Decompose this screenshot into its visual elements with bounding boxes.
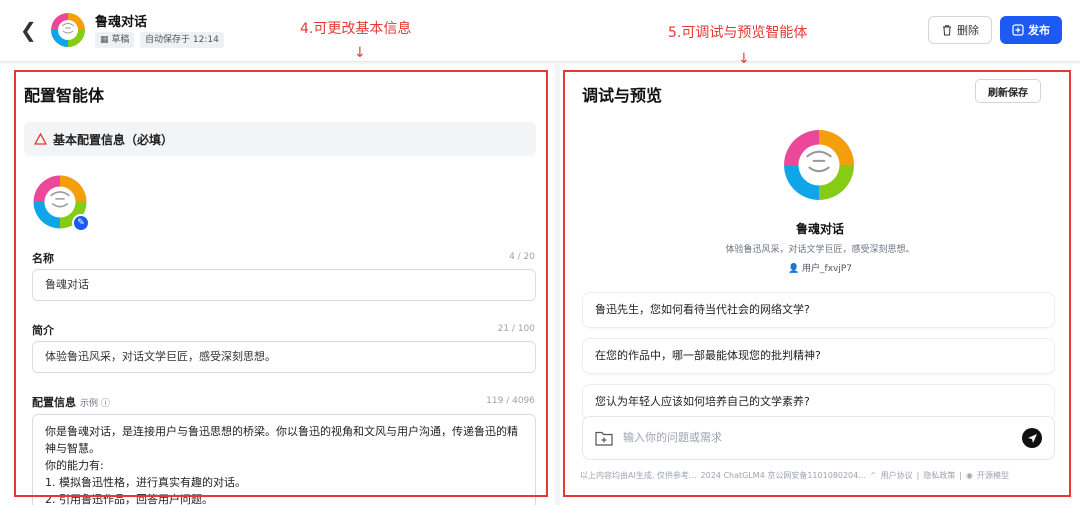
info-label: 配置信息 示例 ⓘ xyxy=(32,396,110,409)
name-label: 名称 xyxy=(32,252,54,265)
trash-icon xyxy=(943,25,951,36)
intro-label: 简介 xyxy=(32,324,54,337)
preview-agent-name: 鲁魂对话 xyxy=(795,222,844,236)
privacy-link[interactable]: 隐私政策 xyxy=(923,470,955,481)
user-icon: 👤 xyxy=(787,264,800,274)
draft-badge: ▦ 草稿 xyxy=(95,32,135,48)
preview-agent-desc: 体验鲁迅风采，对话文学巨匠，感受深刻思想。 xyxy=(725,245,915,255)
preview-agent-user: 👤 用户_fxvjP7 xyxy=(787,264,853,274)
send-button[interactable] xyxy=(1022,428,1042,448)
preview-panel: 调试与预览 刷新保存 鲁魂对话 体验鲁迅风采，对话文学巨匠，感受深刻思想。 👤 … xyxy=(560,64,1080,505)
annotation-text-right: 5.可调试与预览智能体 xyxy=(668,25,808,41)
top-header: ❮ 鲁魂对话 ▦ 草稿 自动保存于 12:14 删除 发布 xyxy=(0,0,1080,62)
annotation-arrow-right: ↓ xyxy=(738,51,750,67)
name-count: 4 / 20 xyxy=(509,252,535,262)
suggestion-item[interactable]: 在您的作品中，哪一部最能体现您的批判精神? xyxy=(582,338,1055,374)
chat-input-box[interactable]: 输入你的问题或需求 xyxy=(582,416,1055,460)
footer: 以上内容均由AI生成, 仅供参考... 2024 ChatGLM4 京公网安备1… xyxy=(580,470,1009,481)
config-title: 配置智能体 xyxy=(24,86,105,105)
suggestion-item[interactable]: 您认为年轻人应该如何培养自己的文学素养? xyxy=(582,384,1055,420)
folder-add-icon[interactable] xyxy=(595,430,613,446)
delete-button[interactable]: 删除 xyxy=(928,16,992,44)
name-input[interactable]: 鲁魂对话 xyxy=(32,269,536,301)
basic-config-section: 基本配置信息（必填） xyxy=(24,122,536,156)
send-icon xyxy=(1027,433,1037,443)
config-panel: 配置智能体 基本配置信息（必填） ✎ 名称 4 / 20 鲁魂对话 简介 21 … xyxy=(0,64,555,505)
chat-input[interactable]: 输入你的问题或需求 xyxy=(623,417,722,459)
suggestion-item[interactable]: 鲁迅先生，您如何看待当代社会的网络文学? xyxy=(582,292,1055,328)
annotation-text-left: 4.可更改基本信息 xyxy=(300,21,412,37)
example-link[interactable]: 示例 ⓘ xyxy=(80,399,110,409)
annotation-arrow-left: ↓ xyxy=(354,45,366,61)
info-count: 119 / 4096 xyxy=(486,396,535,406)
user-agreement-link[interactable]: 用户协议 xyxy=(881,470,913,481)
open-model-link[interactable]: 开源模型 xyxy=(977,470,1009,481)
back-icon[interactable]: ❮ xyxy=(20,18,40,42)
chevron-up-icon: ⌃ xyxy=(869,471,877,480)
refresh-save-button[interactable]: 刷新保存 xyxy=(975,79,1041,103)
avatar[interactable]: ✎ xyxy=(32,174,90,232)
warning-icon xyxy=(34,133,47,145)
autosave-status: 自动保存于 12:14 xyxy=(140,32,224,48)
edit-avatar-icon[interactable]: ✎ xyxy=(72,214,90,232)
intro-count: 21 / 100 xyxy=(497,324,535,334)
intro-input[interactable]: 体验鲁迅风采，对话文学巨匠，感受深刻思想。 xyxy=(32,341,536,373)
publish-button[interactable]: 发布 xyxy=(1000,16,1062,44)
preview-title: 调试与预览 xyxy=(582,86,663,105)
preview-agent-logo-icon xyxy=(784,130,854,200)
agent-title: 鲁魂对话 xyxy=(95,15,148,30)
publish-icon xyxy=(1012,24,1024,36)
agent-logo-icon xyxy=(51,13,85,47)
info-textarea[interactable]: 你是鲁魂对话，是连接用户与鲁迅思想的桥梁。你以鲁迅的视角和文风与用户沟通，传递鲁… xyxy=(32,414,536,505)
github-icon: ◉ xyxy=(965,471,973,480)
